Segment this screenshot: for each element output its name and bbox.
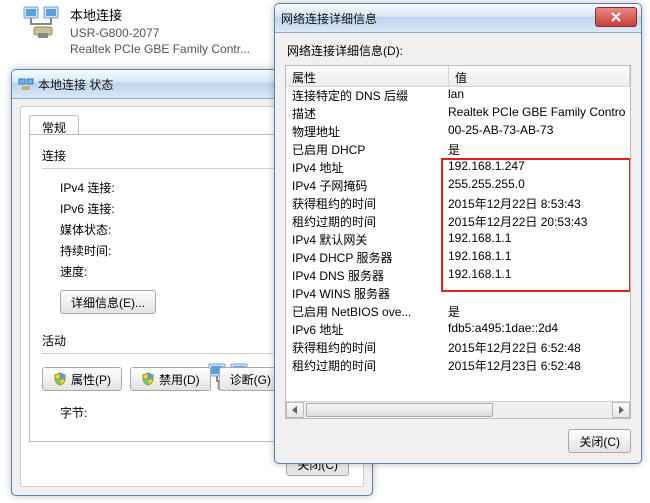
duration-label: 持续时间: [60, 242, 111, 259]
value-cell [442, 284, 630, 302]
table-row[interactable]: 已启用 DHCP是 [286, 140, 630, 158]
diagnose-button[interactable]: 诊断(G) [219, 367, 282, 391]
column-value[interactable]: 值 [449, 66, 630, 86]
adapter-ssid: USR-G800-2077 [70, 26, 250, 40]
table-row[interactable]: IPv4 默认网关192.168.1.1 [286, 230, 630, 248]
property-cell: IPv4 默认网关 [286, 230, 442, 248]
property-cell: IPv4 子网掩码 [286, 176, 442, 194]
table-row[interactable]: 物理地址00-25-AB-73-AB-73 [286, 122, 630, 140]
bytes-label: 字节: [60, 404, 87, 421]
table-row[interactable]: IPv6 地址fdb5:a495:1dae::2d4 [286, 320, 630, 338]
close-icon[interactable] [595, 7, 637, 27]
table-row[interactable]: IPv4 DHCP 服务器192.168.1.1 [286, 248, 630, 266]
property-cell: IPv6 地址 [286, 320, 442, 338]
speed-label: 速度: [60, 263, 87, 280]
properties-button[interactable]: 属性(P) [42, 367, 122, 391]
disable-button[interactable]: 禁用(D) [130, 367, 211, 391]
property-cell: IPv4 WINS 服务器 [286, 284, 442, 302]
property-cell: 已启用 NetBIOS ove... [286, 302, 442, 320]
property-cell: 连接特定的 DNS 后缀 [286, 86, 442, 104]
ipv4-conn-label: IPv4 连接: [60, 179, 115, 196]
property-cell: 租约过期的时间 [286, 356, 442, 374]
scroll-left-icon[interactable] [286, 402, 304, 418]
value-cell: 192.168.1.1 [442, 266, 630, 284]
media-state-label: 媒体状态: [60, 221, 111, 238]
table-row[interactable]: IPv4 DNS 服务器192.168.1.1 [286, 266, 630, 284]
property-cell: 物理地址 [286, 122, 442, 140]
details-label: 网络连接详细信息(D): [287, 42, 631, 59]
table-row[interactable]: IPv4 子网掩码255.255.255.0 [286, 176, 630, 194]
table-row[interactable]: IPv4 WINS 服务器 [286, 284, 630, 302]
value-cell: 是 [442, 302, 630, 320]
table-row[interactable]: 连接特定的 DNS 后缀lan [286, 86, 630, 104]
window-icon [18, 76, 34, 92]
value-cell: Realtek PCIe GBE Family Contro [442, 104, 630, 122]
shield-icon [53, 372, 67, 386]
details-titlebar[interactable]: 网络连接详细信息 [275, 4, 641, 33]
table-row[interactable]: 获得租约的时间2015年12月22日 8:53:43 [286, 194, 630, 212]
value-cell: 2015年12月22日 6:52:48 [442, 338, 630, 356]
adapter-device: Realtek PCIe GBE Family Contr... [70, 42, 250, 56]
value-cell: 192.168.1.1 [442, 230, 630, 248]
value-cell: 2015年12月22日 20:53:43 [442, 212, 630, 230]
property-cell: 已启用 DHCP [286, 140, 442, 158]
table-row[interactable]: 租约过期的时间2015年12月23日 6:52:48 [286, 356, 630, 374]
scroll-right-icon[interactable] [612, 402, 630, 418]
ipv6-conn-label: IPv6 连接: [60, 200, 115, 217]
value-cell: 192.168.1.247 [442, 158, 630, 176]
value-cell: fdb5:a495:1dae::2d4 [442, 320, 630, 338]
column-property[interactable]: 属性 [286, 66, 449, 86]
table-row[interactable]: 已启用 NetBIOS ove...是 [286, 302, 630, 320]
value-cell: 2015年12月22日 8:53:43 [442, 194, 630, 212]
scroll-thumb[interactable] [306, 403, 493, 417]
value-cell: 255.255.255.0 [442, 176, 630, 194]
details-window-title: 网络连接详细信息 [281, 10, 377, 27]
table-row[interactable]: 描述Realtek PCIe GBE Family Contro [286, 104, 630, 122]
status-window-title: 本地连接 状态 [38, 76, 113, 93]
table-row[interactable]: 获得租约的时间2015年12月22日 6:52:48 [286, 338, 630, 356]
property-cell: 租约过期的时间 [286, 212, 442, 230]
table-row[interactable]: IPv4 地址192.168.1.247 [286, 158, 630, 176]
horizontal-scrollbar[interactable] [286, 401, 630, 418]
details-close-button[interactable]: 关闭(C) [568, 429, 631, 453]
property-cell: IPv4 地址 [286, 158, 442, 176]
property-cell: IPv4 DNS 服务器 [286, 266, 442, 284]
details-window: 网络连接详细信息 网络连接详细信息(D): 属性 值 连接特定的 DNS 后缀l… [274, 3, 642, 464]
value-cell: 00-25-AB-73-AB-73 [442, 122, 630, 140]
shield-icon [141, 372, 155, 386]
details-list[interactable]: 属性 值 连接特定的 DNS 后缀lan描述Realtek PCIe GBE F… [285, 65, 631, 419]
adapter-icon [22, 3, 62, 43]
value-cell: 192.168.1.1 [442, 248, 630, 266]
property-cell: 描述 [286, 104, 442, 122]
property-cell: IPv4 DHCP 服务器 [286, 248, 442, 266]
details-button[interactable]: 详细信息(E)... [60, 290, 156, 314]
value-cell: lan [442, 86, 630, 104]
value-cell: 2015年12月23日 6:52:48 [442, 356, 630, 374]
value-cell: 是 [442, 140, 630, 158]
property-cell: 获得租约的时间 [286, 338, 442, 356]
property-cell: 获得租约的时间 [286, 194, 442, 212]
adapter-title: 本地连接 [70, 5, 250, 24]
table-row[interactable]: 租约过期的时间2015年12月22日 20:53:43 [286, 212, 630, 230]
